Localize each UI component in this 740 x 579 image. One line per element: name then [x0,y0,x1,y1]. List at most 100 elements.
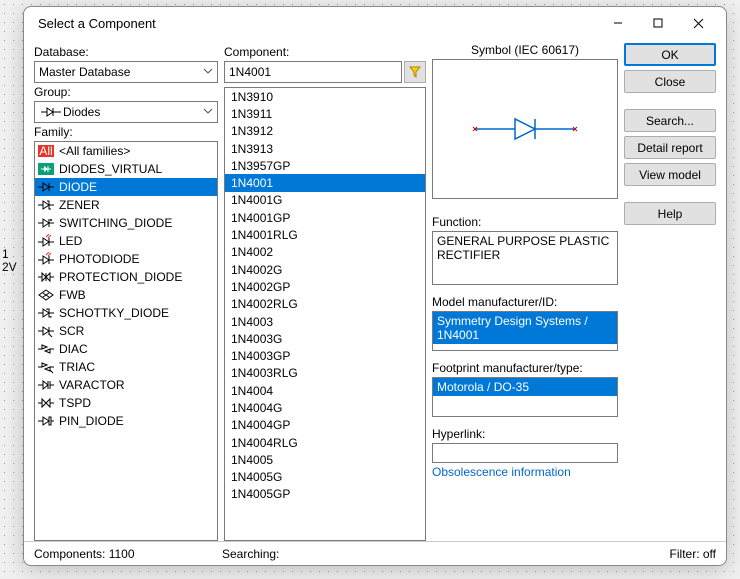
component-item[interactable]: 1N4002RLG [225,296,425,313]
component-item[interactable]: 1N3912 [225,123,425,140]
family-listbox[interactable]: All<All families> DIODES_VIRTUAL DIODEZENE… [34,141,218,541]
family-item[interactable]: SWITCHING_DIODE [35,214,217,232]
protection-icon [37,270,55,284]
family-item[interactable]: DIODE [35,178,217,196]
component-item[interactable]: 1N3910 [225,88,425,105]
family-item[interactable]: All<All families> [35,142,217,160]
symbol-preview [432,59,618,199]
model-mfr-item[interactable]: Symmetry Design Systems / 1N4001 [433,312,617,344]
component-item[interactable]: 1N4001 [225,174,425,191]
component-item[interactable]: 1N3957GP [225,157,425,174]
family-item[interactable]: DIODES_VIRTUAL [35,160,217,178]
schottky-icon [37,306,55,320]
canvas-text: 1 2V [2,248,17,274]
family-item[interactable]: SCHOTTKY_DIODE [35,304,217,322]
close-window-button[interactable] [678,11,718,35]
function-label: Function: [432,215,618,229]
component-item[interactable]: 1N3911 [225,105,425,122]
family-item-label: LED [59,234,82,248]
status-filter: Filter: off [636,547,716,561]
fwb-icon [37,288,55,302]
component-item[interactable]: 1N4003G [225,330,425,347]
component-listbox[interactable]: 1N39101N39111N39121N39131N3957GP1N40011N… [224,87,426,541]
family-item[interactable]: TRIAC [35,358,217,376]
component-item[interactable]: 1N4003 [225,313,425,330]
group-combo[interactable]: Diodes [34,101,218,123]
component-item[interactable]: 1N4005GP [225,486,425,503]
group-label: Group: [34,85,218,99]
family-item[interactable]: FWB [35,286,217,304]
family-item-label: SCR [59,324,84,338]
maximize-button[interactable] [638,11,678,35]
model-mfr-box[interactable]: Symmetry Design Systems / 1N4001 [432,311,618,351]
family-item-label: TRIAC [59,360,95,374]
family-item[interactable]: TSPD [35,394,217,412]
family-item-label: DIODES_VIRTUAL [59,162,162,176]
view-model-button[interactable]: View model [624,163,716,186]
family-item-label: VARACTOR [59,378,125,392]
select-component-dialog: Select a Component Database: Master Data… [23,6,727,566]
footprint-mfr-label: Footprint manufacturer/type: [432,361,618,375]
component-item[interactable]: 1N4005 [225,451,425,468]
component-item[interactable]: 1N4005G [225,469,425,486]
component-filter-button[interactable] [404,61,426,83]
component-item[interactable]: 1N4004GP [225,417,425,434]
component-item[interactable]: 1N4001GP [225,209,425,226]
family-item-label: TSPD [59,396,91,410]
hyperlink-box[interactable] [432,443,618,463]
status-bar: Components: 1100 Searching: Filter: off [24,541,726,565]
component-item[interactable]: 1N4003RLG [225,365,425,382]
component-item[interactable]: 1N4003GP [225,347,425,364]
family-item[interactable]: PIN_DIODE [35,412,217,430]
family-item-label: DIAC [59,342,88,356]
virtual-icon [37,162,55,176]
database-combo[interactable]: Master Database [34,61,218,83]
diode-symbol-icon [465,109,585,149]
component-item[interactable]: 1N4002G [225,261,425,278]
footprint-mfr-item[interactable]: Motorola / DO-35 [433,378,617,396]
tspd-icon [37,396,55,410]
component-item[interactable]: 1N4002GP [225,278,425,295]
scr-icon [37,324,55,338]
component-item[interactable]: 1N3913 [225,140,425,157]
family-item[interactable]: SCR [35,322,217,340]
component-item[interactable]: 1N4001G [225,192,425,209]
status-components: Components: 1100 [34,547,222,561]
diode-icon [37,180,55,194]
family-item[interactable]: VARACTOR [35,376,217,394]
family-label: Family: [34,125,218,139]
database-label: Database: [34,45,218,59]
svg-text:All: All [39,144,52,158]
component-item[interactable]: 1N4004RLG [225,434,425,451]
family-item[interactable]: ZENER [35,196,217,214]
status-searching: Searching: [222,547,636,561]
chevron-down-icon [203,66,213,76]
family-item[interactable]: DIAC [35,340,217,358]
obsolescence-link[interactable]: Obsolescence information [432,465,618,479]
component-item[interactable]: 1N4002 [225,244,425,261]
component-item[interactable]: 1N4004 [225,382,425,399]
component-item[interactable]: 1N4001RLG [225,226,425,243]
minimize-button[interactable] [598,11,638,35]
family-item-label: FWB [59,288,86,302]
component-label: Component: [224,45,426,59]
help-button[interactable]: Help [624,202,716,225]
pin-icon [37,414,55,428]
titlebar: Select a Component [24,7,726,39]
family-item[interactable]: PROTECTION_DIODE [35,268,217,286]
component-search-input[interactable] [224,61,402,83]
hyperlink-label: Hyperlink: [432,427,618,441]
family-item[interactable]: LED [35,232,217,250]
family-item-label: SCHOTTKY_DIODE [59,306,169,320]
family-item-label: SWITCHING_DIODE [59,216,172,230]
chevron-down-icon [203,106,213,116]
ok-button[interactable]: OK [624,43,716,66]
family-item-label: PHOTODIODE [59,252,139,266]
detail-report-button[interactable]: Detail report [624,136,716,159]
close-button[interactable]: Close [624,70,716,93]
component-item[interactable]: 1N4004G [225,399,425,416]
family-item[interactable]: PHOTODIODE [35,250,217,268]
footprint-mfr-box[interactable]: Motorola / DO-35 [432,377,618,417]
search-button[interactable]: Search... [624,109,716,132]
varactor-icon [37,378,55,392]
